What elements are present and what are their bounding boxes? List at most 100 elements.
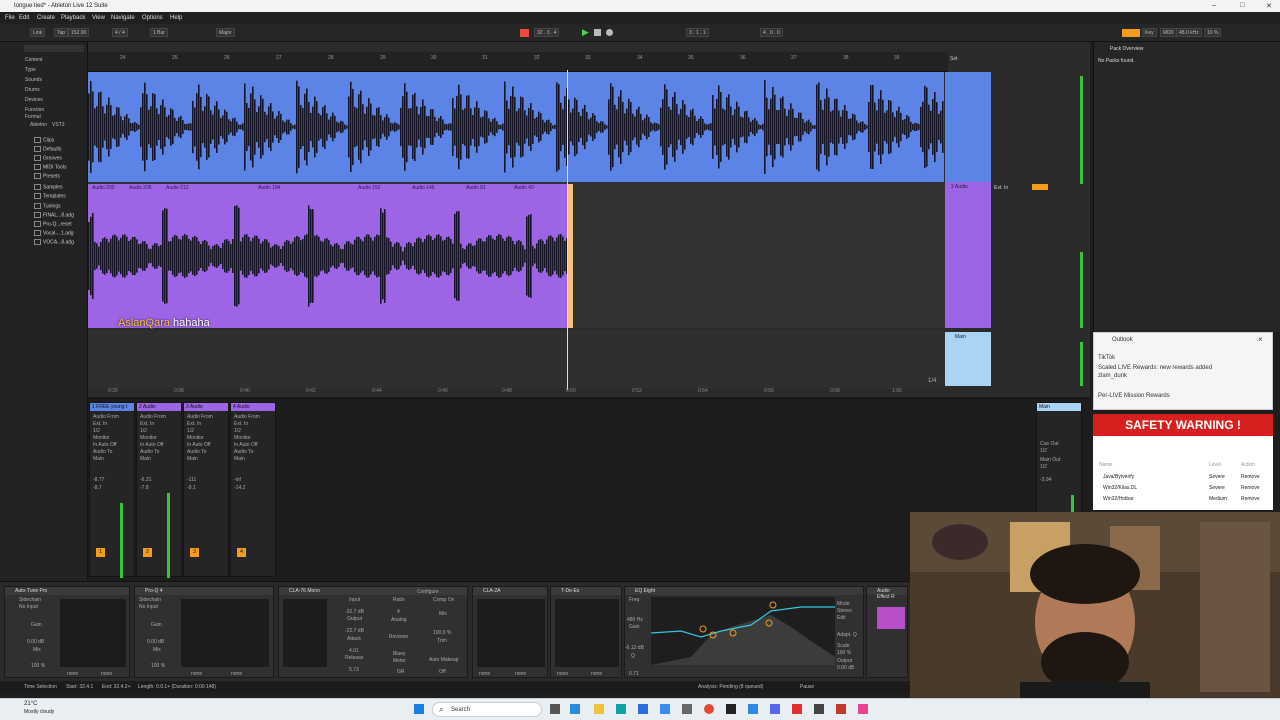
rack-chain[interactable] (877, 607, 905, 629)
menu-create[interactable]: Create (37, 15, 55, 21)
start-icon[interactable] (414, 704, 424, 714)
remove-button[interactable]: Remove (1241, 474, 1260, 480)
device-title[interactable]: EQ Eight (625, 587, 863, 595)
app-icon[interactable] (570, 704, 580, 714)
menu-file[interactable]: File (5, 15, 15, 21)
track1-color-slot[interactable] (945, 72, 991, 182)
monitor-switch[interactable]: In Auto Off (234, 442, 258, 448)
menu-options[interactable]: Options (142, 15, 163, 21)
maximize-icon[interactable]: □ (1240, 2, 1244, 9)
record-arm-icon[interactable] (520, 29, 529, 37)
toast-notification[interactable]: Outlook × TikTok Scaled LIVE Rewards: ne… (1093, 332, 1273, 410)
input-select[interactable]: Ext. In (994, 185, 1008, 191)
device-t-de-es[interactable]: T-De-Es none none (550, 586, 622, 678)
clip-name[interactable]: Audio 184 (258, 185, 281, 191)
volume-value[interactable]: -6.31 (140, 477, 151, 483)
browser-category[interactable]: Sounds (25, 77, 42, 83)
plugin-window[interactable] (477, 599, 545, 667)
minimize-icon[interactable]: – (1212, 2, 1216, 9)
stop-icon[interactable] (594, 29, 601, 36)
browser-category[interactable]: Function (25, 107, 44, 113)
browser-folder[interactable]: Clips (34, 137, 54, 143)
main-lane[interactable] (88, 330, 948, 388)
attack-value[interactable]: 4.01 (349, 648, 359, 654)
app-icon[interactable] (660, 704, 670, 714)
output-select[interactable]: Main (140, 456, 151, 462)
ableton-icon[interactable] (726, 704, 736, 714)
position-field[interactable]: 32 . 3 . 4 (534, 28, 560, 37)
browser-folder[interactable]: MIDI Tools (34, 164, 67, 170)
track-activator[interactable]: 3 (190, 548, 199, 557)
volume-value[interactable]: -3.94 (1040, 477, 1051, 483)
app-icon[interactable] (792, 704, 802, 714)
browser-file[interactable]: VOCA...8.adg (34, 239, 74, 245)
device-cla-2a[interactable]: CLA-2A none none (472, 586, 548, 678)
grid-setting[interactable]: 1/4 (928, 378, 936, 384)
mixer-strip[interactable]: 3 Audio Audio From Ext. In 1/2 Monitor I… (183, 402, 229, 577)
browser-folder[interactable]: Templates (34, 193, 66, 199)
preset-select[interactable]: none (479, 671, 490, 677)
browser-category[interactable]: Drums (25, 87, 40, 93)
mixer-strip[interactable]: 2 Audio Audio From Ext. In 1/2 Monitor I… (136, 402, 182, 578)
weather-temp[interactable]: 21°C (24, 701, 37, 707)
device-title[interactable]: Pro-Q 4 (135, 587, 273, 595)
link-button[interactable]: Link (30, 28, 46, 37)
input-select[interactable]: Ext. In (140, 421, 154, 427)
release-value[interactable]: 5.73 (349, 667, 359, 673)
strip-name[interactable]: 2 Audio (137, 403, 181, 411)
strip-name[interactable]: 4 Audio (231, 403, 275, 411)
strip-name[interactable]: 3 Audio (184, 403, 228, 411)
clip-name[interactable]: Audio 81 (466, 185, 486, 191)
edit-select[interactable]: Edit (837, 615, 846, 621)
preset-select[interactable]: none (67, 671, 78, 677)
mix-value[interactable]: 100 % (151, 663, 165, 669)
browser-category[interactable]: Devices (25, 97, 43, 103)
app-icon[interactable] (814, 704, 824, 714)
browser-folder[interactable]: Presets (34, 173, 60, 179)
browser-folder[interactable]: Grooves (34, 155, 62, 161)
browser-file[interactable]: Vocal-...1.adg (34, 230, 74, 236)
eq-curve-display[interactable] (651, 597, 835, 665)
bar-ruler[interactable]: 24 25 26 27 28 29 30 31 32 33 34 35 36 3… (88, 52, 948, 72)
edge-icon[interactable] (616, 704, 626, 714)
weather-text[interactable]: Mostly cloudy (24, 709, 54, 715)
loop-start-field[interactable]: 3 . 1 . 1 (686, 28, 709, 37)
input-select[interactable]: Ext. In (187, 421, 201, 427)
plugin-window[interactable] (555, 599, 619, 667)
remove-button[interactable]: Remove (1241, 485, 1260, 491)
device-title[interactable]: T-De-Es (551, 587, 621, 595)
close-icon[interactable]: × (1258, 335, 1263, 344)
plugin-window[interactable] (283, 599, 327, 667)
clip-name[interactable]: Audio 200 (92, 185, 115, 191)
main-color-slot[interactable]: Main (945, 332, 991, 386)
preset-select[interactable]: none (515, 671, 526, 677)
monitor-switch[interactable]: In Auto Off (140, 442, 164, 448)
app-icon[interactable] (682, 704, 692, 714)
menu-navigate[interactable]: Navigate (111, 15, 135, 21)
plugin-window[interactable] (181, 599, 269, 667)
output-value[interactable]: 0.00 dB (837, 665, 854, 671)
track1-clip-waveform[interactable] (88, 72, 948, 182)
app-icon[interactable] (748, 704, 758, 714)
output-value[interactable]: -22.7 dB (345, 628, 364, 634)
record-icon[interactable] (606, 29, 613, 36)
preset-select[interactable]: none (101, 671, 112, 677)
browser-category[interactable]: Type (25, 67, 36, 73)
auto-makeup-switch[interactable]: Off (439, 669, 446, 675)
menu-edit[interactable]: Edit (19, 15, 29, 21)
sidechain-input-select[interactable]: No Input (139, 604, 158, 610)
volume-value[interactable]: -8.77 (93, 477, 104, 483)
set-button[interactable]: Set (950, 56, 958, 62)
analog-switch[interactable]: Analog (391, 617, 407, 623)
channel-select[interactable]: 1/2 (93, 428, 100, 434)
taskbar-search[interactable]: ⌕ Search (432, 702, 542, 717)
device-title[interactable]: Audio Effect R (867, 587, 907, 600)
device-title[interactable]: CLA-2A (473, 587, 547, 595)
output-select[interactable]: Main (234, 456, 245, 462)
track2-clip-waveform[interactable] (88, 184, 948, 328)
discord-icon[interactable] (770, 704, 780, 714)
play-icon[interactable]: ▶ (582, 27, 589, 38)
comp-on-switch[interactable]: Comp On (433, 597, 454, 603)
cue-out-select[interactable]: 1/2 (1040, 448, 1047, 454)
browser-file[interactable]: FINAL...8.adg (34, 212, 74, 218)
